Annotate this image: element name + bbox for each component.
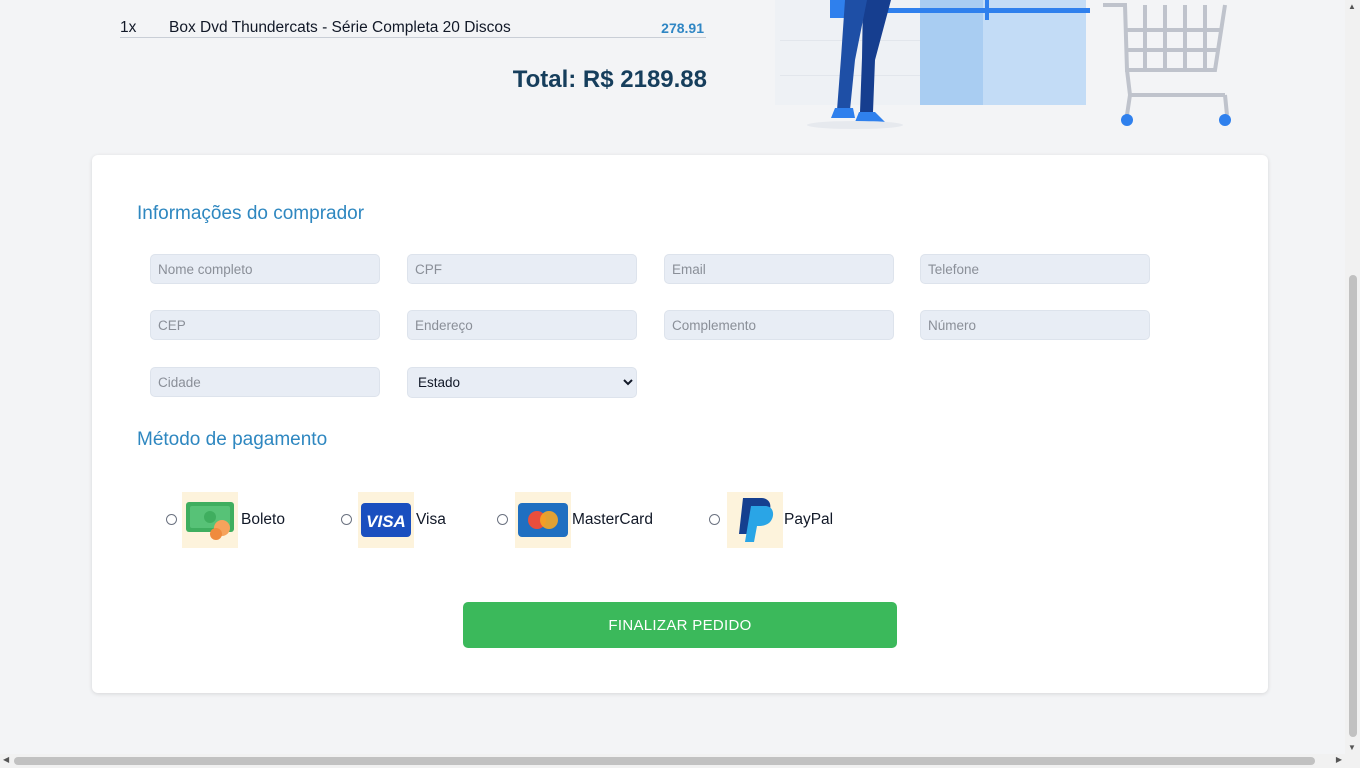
shopping-illustration bbox=[775, 0, 1231, 129]
boleto-label: Boleto bbox=[241, 511, 285, 528]
finalize-order-button[interactable]: FINALIZAR PEDIDO bbox=[463, 602, 897, 648]
vertical-scroll-thumb[interactable] bbox=[1349, 275, 1357, 737]
payment-method-title: Método de pagamento bbox=[137, 429, 328, 450]
order-item-name: Box Dvd Thundercats - Série Completa 20 … bbox=[169, 19, 511, 36]
buyer-info-title: Informações do comprador bbox=[137, 203, 365, 224]
payment-option-mastercard[interactable]: MasterCard bbox=[497, 490, 662, 550]
vertical-scrollbar[interactable]: ▲ ▼ bbox=[1345, 0, 1360, 754]
order-item-row: 1x Box Dvd Thundercats - Série Completa … bbox=[120, 17, 706, 38]
svg-text:VISA: VISA bbox=[366, 512, 406, 531]
phone-input[interactable] bbox=[920, 254, 1150, 284]
money-icon bbox=[182, 492, 238, 548]
cep-input[interactable] bbox=[150, 310, 380, 340]
payment-option-paypal[interactable]: PayPal bbox=[709, 490, 839, 550]
email-input[interactable] bbox=[664, 254, 894, 284]
payment-option-visa[interactable]: VISA Visa bbox=[341, 490, 451, 550]
paypal-radio[interactable] bbox=[709, 514, 720, 525]
order-item-quantity: 1x bbox=[120, 19, 137, 36]
mastercard-label: MasterCard bbox=[572, 511, 653, 528]
paypal-icon bbox=[727, 492, 783, 548]
scroll-up-icon[interactable]: ▲ bbox=[1348, 2, 1356, 11]
scroll-right-icon[interactable]: ▶ bbox=[1336, 755, 1342, 764]
payment-option-boleto[interactable]: Boleto bbox=[166, 490, 296, 550]
order-item-price: 278.91 bbox=[661, 20, 704, 36]
mastercard-radio[interactable] bbox=[497, 514, 508, 525]
city-input[interactable] bbox=[150, 367, 380, 397]
address-input[interactable] bbox=[407, 310, 637, 340]
visa-radio[interactable] bbox=[341, 514, 352, 525]
horizontal-scroll-thumb[interactable] bbox=[14, 757, 1315, 765]
visa-label: Visa bbox=[416, 511, 446, 528]
paypal-label: PayPal bbox=[784, 511, 834, 528]
cpf-input[interactable] bbox=[407, 254, 637, 284]
state-select[interactable]: Estado bbox=[407, 367, 637, 398]
horizontal-scrollbar[interactable]: ◀ ▶ bbox=[0, 754, 1360, 768]
scroll-left-icon[interactable]: ◀ bbox=[3, 755, 9, 764]
boleto-radio[interactable] bbox=[166, 514, 177, 525]
order-total: Total: R$ 2189.88 bbox=[512, 66, 707, 93]
checkout-card: Informações do comprador Estado Método d… bbox=[92, 155, 1268, 693]
full-name-input[interactable] bbox=[150, 254, 380, 284]
complement-input[interactable] bbox=[664, 310, 894, 340]
visa-icon: VISA bbox=[358, 492, 414, 548]
mastercard-icon bbox=[515, 492, 571, 548]
scroll-down-icon[interactable]: ▼ bbox=[1348, 743, 1356, 752]
number-input[interactable] bbox=[920, 310, 1150, 340]
